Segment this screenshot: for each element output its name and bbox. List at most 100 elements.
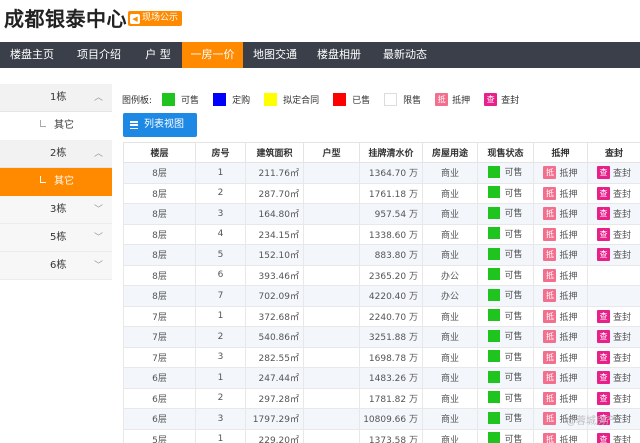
sidebar-item-building-3[interactable]: 3栋 ﹀: [0, 196, 112, 224]
status-label: 可售: [504, 168, 523, 178]
cell-usage: 商业: [422, 326, 478, 348]
cell-mortgage: 抵抵押: [533, 203, 588, 225]
table-row[interactable]: 6层 3 1797.29㎡ 10809.66 万商业 可售抵抵押查查封: [123, 408, 640, 430]
table-row[interactable]: 8层 1 211.76㎡ 1364.70 万商业 可售 抵抵押 查查封: [123, 162, 640, 184]
status-indicator: 可售: [488, 391, 523, 404]
status-label: 可售: [504, 250, 523, 260]
status-legend: 图例板: 可售 定购 拟定合同 已售 限售 抵 抵押 查 查封: [122, 92, 533, 106]
cell-usage: 商业: [422, 162, 478, 184]
cell-status: 可售: [477, 223, 534, 245]
status-indicator: 可售: [488, 288, 523, 301]
seizure-tag[interactable]: 查查封: [596, 248, 631, 262]
seizure-tag[interactable]: 查查封: [596, 309, 631, 323]
table-row[interactable]: 8层 6 393.46㎡ 2365.20 万办公 可售 抵抵押: [123, 264, 640, 286]
cell-room: 2: [195, 182, 246, 204]
mortgage-tag[interactable]: 抵抵押: [543, 309, 578, 323]
sidebar-item-building-1[interactable]: 1栋 ︿: [0, 84, 112, 112]
tree-corner-icon: [40, 120, 46, 127]
table-row[interactable]: 6层 2 297.28㎡ 1781.82 万商业 可售 抵抵押 查查封: [123, 387, 640, 409]
chevron-down-icon: ﹀: [94, 205, 104, 215]
cell-price: 10809.66 万: [359, 408, 423, 430]
table-row[interactable]: 8层 3 164.80㎡ 957.54 万商业 可售 抵抵押 查查封: [123, 203, 640, 225]
table-row[interactable]: 8层 2 287.70㎡ 1761.18 万商业 可售 抵抵押 查查封: [123, 182, 640, 204]
mortgage-tag[interactable]: 抵抵押: [543, 432, 578, 443]
seizure-tag[interactable]: 查查封: [596, 432, 631, 443]
sidebar-subitem-building-1-other[interactable]: 其它: [0, 112, 112, 140]
cell-floor: 5层: [123, 428, 196, 443]
seizure-tag[interactable]: 查查封: [596, 371, 631, 385]
seizure-tag[interactable]: 查查封: [596, 207, 631, 221]
sidebar-item-label: 3栋: [50, 204, 67, 215]
nav-item-news[interactable]: 最新动态: [371, 42, 439, 68]
cell-unit-type: [303, 346, 360, 368]
table-row[interactable]: 8层 4 234.15㎡ 1338.60 万商业 可售 抵抵押 查查封: [123, 223, 640, 245]
cell-unit-type: [303, 305, 360, 327]
status-label: 可售: [504, 209, 523, 219]
sidebar-item-building-2[interactable]: 2栋 ︿: [0, 140, 112, 168]
seizure-tag-icon: 查: [596, 248, 610, 262]
table-row[interactable]: 7层 3 282.55㎡ 1698.78 万商业 可售 抵抵押 查查封: [123, 346, 640, 368]
megaphone-icon: ◀: [130, 13, 140, 24]
seizure-tag[interactable]: 查查封: [596, 330, 631, 344]
status-swatch: [488, 268, 501, 280]
nav-item-album[interactable]: 楼盘相册: [307, 42, 371, 68]
table-row[interactable]: 6层 1 247.44㎡ 1483.26 万商业 可售 抵抵押 查查封: [123, 367, 640, 389]
seizure-tag[interactable]: 查查封: [596, 391, 631, 405]
table-row[interactable]: 8层 5 152.10㎡ 883.80 万商业 可售 抵抵押 查查封: [123, 244, 640, 266]
sidebar-subitem-building-2-other[interactable]: 其它: [0, 168, 112, 196]
mortgage-tag[interactable]: 抵抵押: [543, 391, 578, 405]
mortgage-tag[interactable]: 抵抵押: [543, 248, 578, 262]
list-icon: [130, 121, 138, 129]
seizure-tag[interactable]: 查查封: [596, 186, 631, 200]
cell-unit-type: [303, 387, 360, 409]
cell-mortgage: 抵抵押: [533, 182, 588, 204]
list-view-label: 列表视图: [144, 119, 184, 130]
cell-mortgage: 抵抵押: [533, 346, 588, 368]
mortgage-tag[interactable]: 抵抵押: [543, 166, 578, 180]
sidebar-item-building-5[interactable]: 5栋 ﹀: [0, 224, 112, 252]
nav-item-intro[interactable]: 项目介绍: [64, 42, 134, 68]
nav-item-home[interactable]: 楼盘主页: [0, 42, 64, 68]
mortgage-tag[interactable]: 抵抵押: [543, 371, 578, 385]
legend-swatch: [162, 92, 176, 106]
status-label: 可售: [504, 291, 523, 301]
seizure-tag[interactable]: 查查封: [596, 166, 631, 180]
mortgage-tag-icon: 抵: [543, 330, 557, 344]
announce-badge[interactable]: ◀ 现场公示: [128, 11, 183, 26]
cell-status: 可售: [477, 244, 534, 266]
mortgage-tag[interactable]: 抵抵押: [543, 330, 578, 344]
cell-unit-type: [303, 203, 360, 225]
cell-status: 可售: [477, 285, 534, 307]
table-row[interactable]: 7层 2 540.86㎡ 3251.88 万商业 可售 抵抵押 查查封: [123, 326, 640, 348]
mortgage-tag[interactable]: 抵抵押: [543, 207, 578, 221]
cell-area: 287.70㎡: [245, 182, 304, 204]
cell-floor: 6层: [123, 408, 196, 430]
table-header-row: 楼层 房号 建筑面积 户型 挂牌清水价 房屋用途 现售状态 抵押 查封: [123, 142, 640, 163]
status-swatch: [488, 411, 501, 424]
table-row[interactable]: 8层 7 702.09㎡ 4220.40 万办公 可售 抵抵押: [123, 285, 640, 307]
nav-item-map[interactable]: 地图交通: [243, 42, 307, 68]
nav-item-unit-price[interactable]: 一房一价: [182, 42, 243, 68]
seizure-tag-icon: 查: [596, 350, 610, 364]
mortgage-tag[interactable]: 抵抵押: [543, 227, 578, 241]
cell-price: 883.80 万: [359, 244, 423, 266]
cell-area: 297.28㎡: [245, 387, 304, 409]
table-row[interactable]: 5层 1 229.20㎡ 1373.58 万商业 可售 抵抵押 查查封: [123, 428, 640, 443]
seizure-tag[interactable]: 查查封: [596, 227, 631, 241]
seizure-label: 查封: [612, 169, 631, 180]
status-label: 可售: [504, 373, 523, 383]
cell-usage: 商业: [422, 408, 478, 430]
mortgage-tag[interactable]: 抵抵押: [543, 289, 578, 303]
mortgage-tag[interactable]: 抵抵押: [543, 350, 578, 364]
cell-floor: 8层: [123, 223, 196, 245]
nav-item-layout[interactable]: 户 型: [134, 42, 182, 68]
sidebar-item-building-6[interactable]: 6栋 ﹀: [0, 252, 112, 280]
cell-price: 2240.70 万: [359, 305, 423, 327]
cell-status: 可售: [477, 428, 534, 443]
cell-usage: 办公: [422, 285, 478, 307]
seizure-tag[interactable]: 查查封: [596, 350, 631, 364]
mortgage-tag[interactable]: 抵抵押: [543, 186, 578, 200]
mortgage-tag[interactable]: 抵抵押: [543, 268, 578, 282]
list-view-button[interactable]: 列表视图: [123, 113, 197, 137]
table-row[interactable]: 7层 1 372.68㎡ 2240.70 万商业 可售 抵抵押 查查封: [123, 305, 640, 327]
